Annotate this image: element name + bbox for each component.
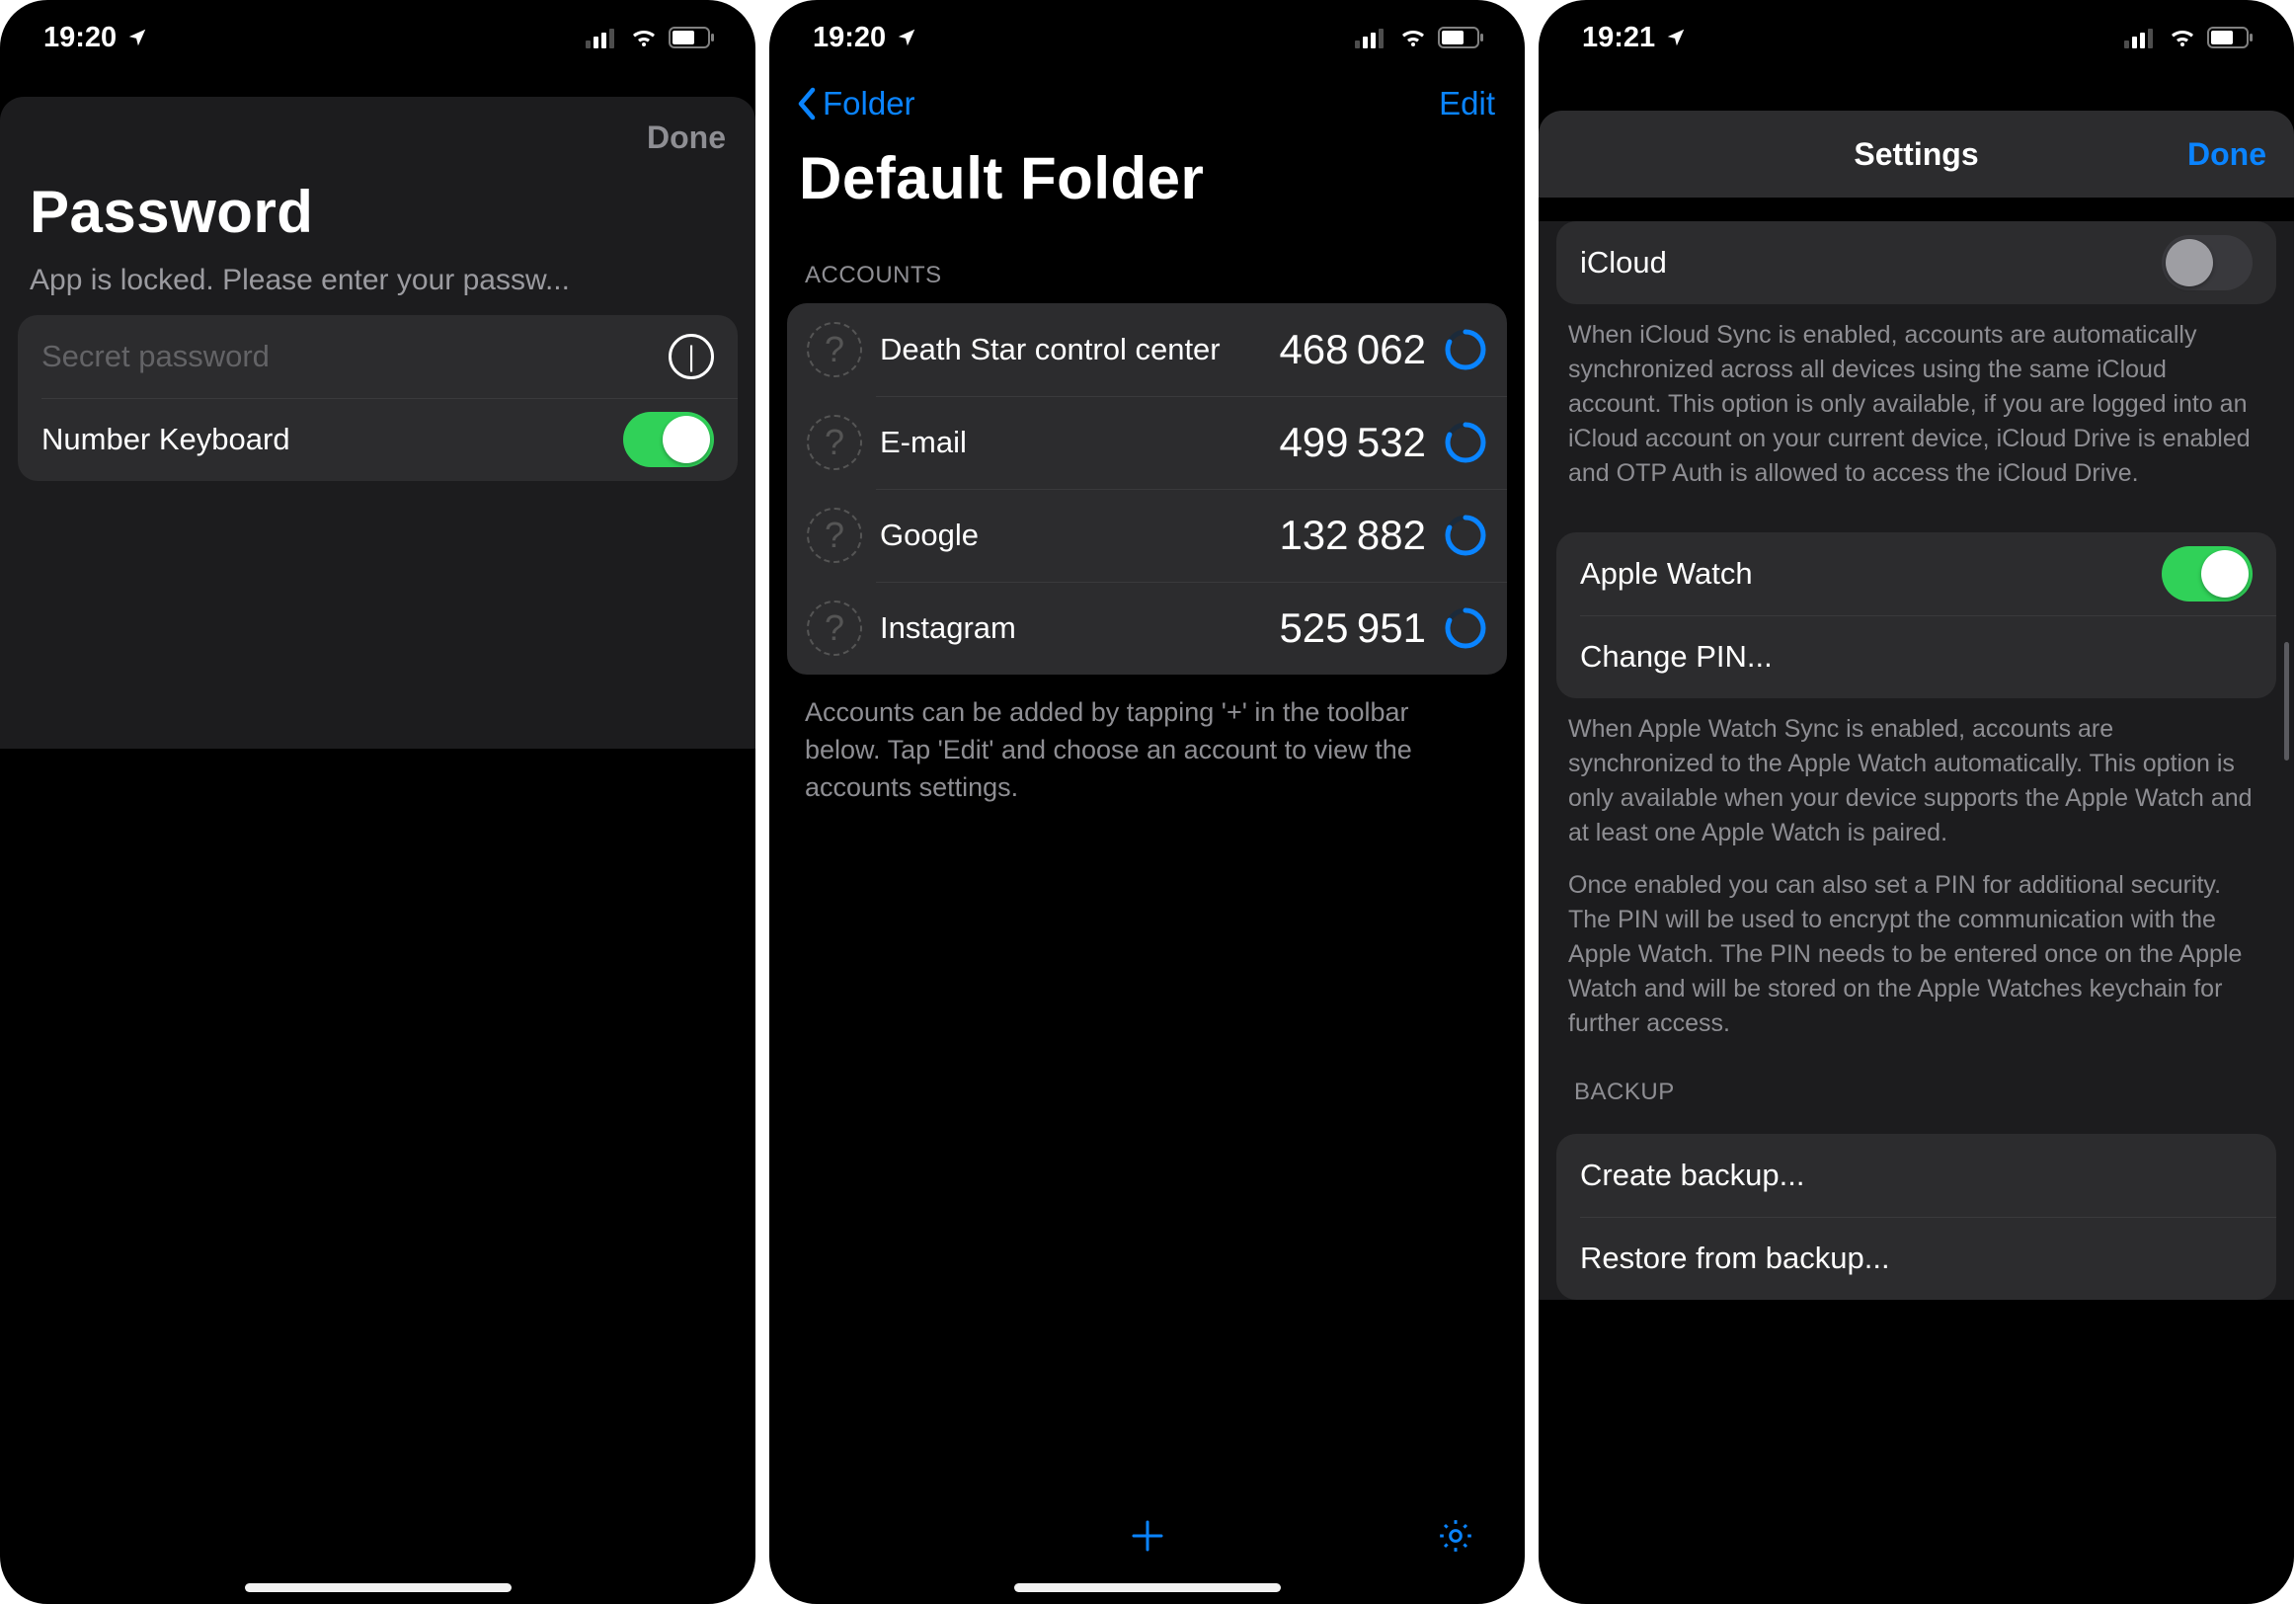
account-row[interactable]: ? E-mail 499 532 (787, 396, 1507, 489)
cellular-icon (1355, 27, 1388, 48)
onepassword-icon[interactable]: | (669, 334, 714, 379)
account-name: Death Star control center (880, 331, 1261, 367)
watch-footer-2: Once enabled you can also set a PIN for … (1539, 868, 2294, 1069)
toolbar (769, 1491, 1525, 1580)
screen-folder: 19:20 Folder Edit Default Folder ACCOUNT… (769, 0, 1525, 1604)
location-icon (896, 27, 917, 48)
nav-bar: Done (0, 97, 755, 178)
number-keyboard-toggle[interactable] (623, 412, 714, 467)
done-button[interactable]: Done (2187, 136, 2266, 173)
icloud-label: iCloud (1580, 245, 2162, 281)
number-keyboard-cell[interactable]: Number Keyboard (18, 398, 738, 481)
battery-icon (1438, 27, 1485, 48)
accounts-footer: Accounts can be added by tapping '+' in … (769, 675, 1525, 826)
location-icon (1665, 27, 1687, 48)
edit-button[interactable]: Edit (1439, 85, 1495, 122)
back-label: Folder (823, 85, 915, 122)
battery-icon (669, 27, 716, 48)
accounts-group: ? Death Star control center 468 062 ? E-… (787, 303, 1507, 675)
backup-header: BACKUP (1539, 1069, 2294, 1120)
watch-footer-1: When Apple Watch Sync is enabled, accoun… (1539, 698, 2294, 868)
icloud-cell[interactable]: iCloud (1556, 221, 2276, 304)
back-button[interactable]: Folder (795, 85, 915, 122)
page-title: Password (0, 178, 755, 258)
status-time: 19:20 (43, 22, 117, 54)
password-cell[interactable]: | (18, 315, 738, 398)
account-placeholder-icon: ? (807, 322, 862, 377)
settings-body: iCloud When iCloud Sync is enabled, acco… (1539, 221, 2294, 1300)
done-button[interactable]: Done (647, 120, 726, 156)
apple-watch-label: Apple Watch (1580, 556, 2162, 592)
icloud-footer: When iCloud Sync is enabled, accounts ar… (1539, 304, 2294, 519)
countdown-icon (1444, 328, 1487, 371)
backup-group: Create backup... Restore from backup... (1556, 1134, 2276, 1300)
location-icon (126, 27, 148, 48)
countdown-icon (1444, 514, 1487, 557)
account-row[interactable]: ? Death Star control center 468 062 (787, 303, 1507, 396)
status-bar: 19:20 (0, 12, 755, 63)
cellular-icon (586, 27, 619, 48)
create-backup-cell[interactable]: Create backup... (1556, 1134, 2276, 1217)
icloud-group: iCloud (1556, 221, 2276, 304)
screen-settings: 19:21 Settings Done iCloud When iCloud S… (1539, 0, 2294, 1604)
page-title: Default Folder (769, 144, 1525, 224)
add-icon[interactable] (1128, 1516, 1167, 1556)
settings-title: Settings (1854, 136, 1978, 173)
wifi-icon (2168, 27, 2197, 48)
apple-watch-cell[interactable]: Apple Watch (1556, 532, 2276, 615)
change-pin-label: Change PIN... (1580, 639, 2253, 675)
settings-nav: Settings Done (1539, 111, 2294, 198)
password-input[interactable] (41, 339, 669, 374)
home-indicator[interactable] (245, 1583, 512, 1592)
wifi-icon (1398, 27, 1428, 48)
countdown-icon (1444, 421, 1487, 464)
nav-bar: Folder Edit (769, 63, 1525, 144)
battery-icon (2207, 27, 2255, 48)
screen-password: 19:20 Done Password App is locked. Pleas… (0, 0, 755, 1604)
icloud-toggle[interactable] (2162, 235, 2253, 290)
account-code: 525 951 (1279, 604, 1426, 652)
scroll-indicator[interactable] (2284, 642, 2289, 761)
restore-backup-cell[interactable]: Restore from backup... (1556, 1217, 2276, 1300)
status-time: 19:20 (813, 22, 886, 54)
apple-watch-toggle[interactable] (2162, 546, 2253, 602)
account-code: 468 062 (1279, 326, 1426, 373)
number-keyboard-label: Number Keyboard (41, 422, 623, 457)
countdown-icon (1444, 606, 1487, 650)
account-placeholder-icon: ? (807, 415, 862, 470)
account-placeholder-icon: ? (807, 508, 862, 563)
password-sheet: Done Password App is locked. Please ente… (0, 97, 755, 749)
lock-subtitle: App is locked. Please enter your passw..… (0, 258, 755, 315)
account-name: Google (880, 517, 1261, 553)
status-bar: 19:21 (1539, 12, 2294, 63)
account-name: Instagram (880, 609, 1261, 646)
account-name: E-mail (880, 424, 1261, 460)
home-indicator[interactable] (1014, 1583, 1281, 1592)
create-backup-label: Create backup... (1580, 1158, 2253, 1193)
wifi-icon (629, 27, 659, 48)
status-time: 19:21 (1582, 22, 1655, 54)
status-bar: 19:20 (769, 12, 1525, 63)
account-code: 132 882 (1279, 512, 1426, 559)
account-row[interactable]: ? Instagram 525 951 (787, 582, 1507, 675)
password-group: | Number Keyboard (18, 315, 738, 481)
settings-icon[interactable] (1436, 1516, 1475, 1556)
change-pin-cell[interactable]: Change PIN... (1556, 615, 2276, 698)
account-placeholder-icon: ? (807, 601, 862, 656)
watch-group: Apple Watch Change PIN... (1556, 532, 2276, 698)
restore-backup-label: Restore from backup... (1580, 1241, 2253, 1276)
account-code: 499 532 (1279, 419, 1426, 466)
chevron-left-icon (795, 86, 819, 121)
accounts-header: ACCOUNTS (769, 224, 1525, 303)
account-row[interactable]: ? Google 132 882 (787, 489, 1507, 582)
cellular-icon (2124, 27, 2158, 48)
